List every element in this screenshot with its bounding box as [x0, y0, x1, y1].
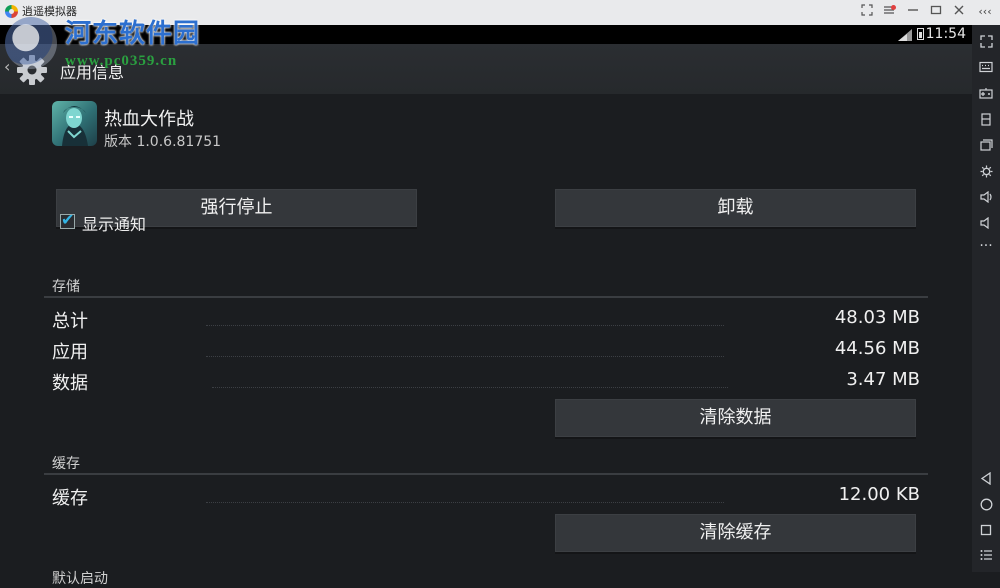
- home-icon[interactable]: [972, 498, 1000, 511]
- settings-icon[interactable]: [972, 165, 1000, 178]
- collapse-sidebar-button[interactable]: ‹‹‹: [976, 4, 994, 20]
- restore-icon[interactable]: [858, 4, 876, 20]
- close-icon[interactable]: [950, 4, 968, 20]
- storage-data-value: 3.47 MB: [846, 369, 920, 390]
- more-icon[interactable]: ···: [972, 237, 1000, 255]
- storage-section-header: 存储: [52, 279, 80, 295]
- emulator-title-bar: 逍遥模拟器 ‹‹‹: [0, 0, 1000, 25]
- section-divider: [44, 296, 928, 298]
- row-leader: [206, 356, 724, 357]
- battery-icon: [917, 28, 924, 40]
- cache-size-value: 12.00 KB: [838, 484, 920, 505]
- cache-size-label: 缓存: [52, 488, 88, 509]
- emulator-side-toolbar: ···: [972, 25, 1000, 572]
- screen-rotate-icon[interactable]: [972, 113, 1000, 126]
- storage-total-value: 48.03 MB: [834, 307, 920, 328]
- section-divider: [44, 473, 928, 475]
- fullscreen-icon[interactable]: [972, 35, 1000, 48]
- android-status-bar: 11:54: [0, 25, 972, 44]
- show-notifications-label: 显示通知: [82, 215, 147, 234]
- back-icon[interactable]: [972, 472, 1000, 485]
- multi-window-icon[interactable]: [972, 139, 1000, 151]
- page-title: 应用信息: [60, 63, 125, 82]
- clear-cache-button[interactable]: 清除缓存: [555, 514, 916, 552]
- row-leader: [206, 325, 724, 326]
- keyboard-icon[interactable]: [972, 61, 1000, 73]
- storage-total-label: 总计: [52, 311, 88, 332]
- android-screen: 11:54 ‹ 应用信息 热血大作战 版本 1.0.6.81751 强行停止 卸…: [0, 25, 972, 587]
- app-version: 版本 1.0.6.81751: [104, 134, 222, 150]
- volume-up-icon[interactable]: [972, 191, 1000, 203]
- clear-data-button[interactable]: 清除数据: [555, 399, 916, 437]
- minimize-icon[interactable]: [904, 4, 922, 20]
- row-leader: [206, 502, 724, 503]
- maximize-icon[interactable]: [927, 4, 945, 20]
- status-time: 11:54: [925, 26, 966, 42]
- storage-app-label: 应用: [52, 342, 88, 363]
- emulator-title: 逍遥模拟器: [22, 5, 77, 18]
- up-navigation-icon[interactable]: ‹: [4, 57, 10, 76]
- menu-list-icon[interactable]: [972, 549, 1000, 561]
- settings-gear-icon[interactable]: [14, 52, 50, 88]
- emulator-logo-icon: [5, 5, 18, 18]
- app-name: 热血大作战: [104, 109, 194, 130]
- volume-down-icon[interactable]: [972, 217, 1000, 229]
- row-leader: [212, 387, 728, 388]
- signal-icon: [898, 29, 912, 41]
- storage-app-value: 44.56 MB: [834, 338, 920, 359]
- recent-apps-icon[interactable]: [972, 524, 1000, 536]
- menu-icon[interactable]: [880, 4, 898, 20]
- default-launch-section-header: 默认启动: [52, 571, 108, 587]
- app-icon: [52, 101, 97, 146]
- uninstall-button[interactable]: 卸载: [555, 189, 916, 227]
- gamepad-icon[interactable]: [972, 87, 1000, 99]
- storage-data-label: 数据: [52, 373, 88, 394]
- show-notifications-checkbox[interactable]: [60, 210, 75, 229]
- cache-section-header: 缓存: [52, 456, 80, 472]
- app-info-content: 热血大作战 版本 1.0.6.81751 强行停止 卸载 显示通知 存储 总计 …: [0, 94, 972, 587]
- action-bar: ‹ 应用信息: [0, 44, 972, 94]
